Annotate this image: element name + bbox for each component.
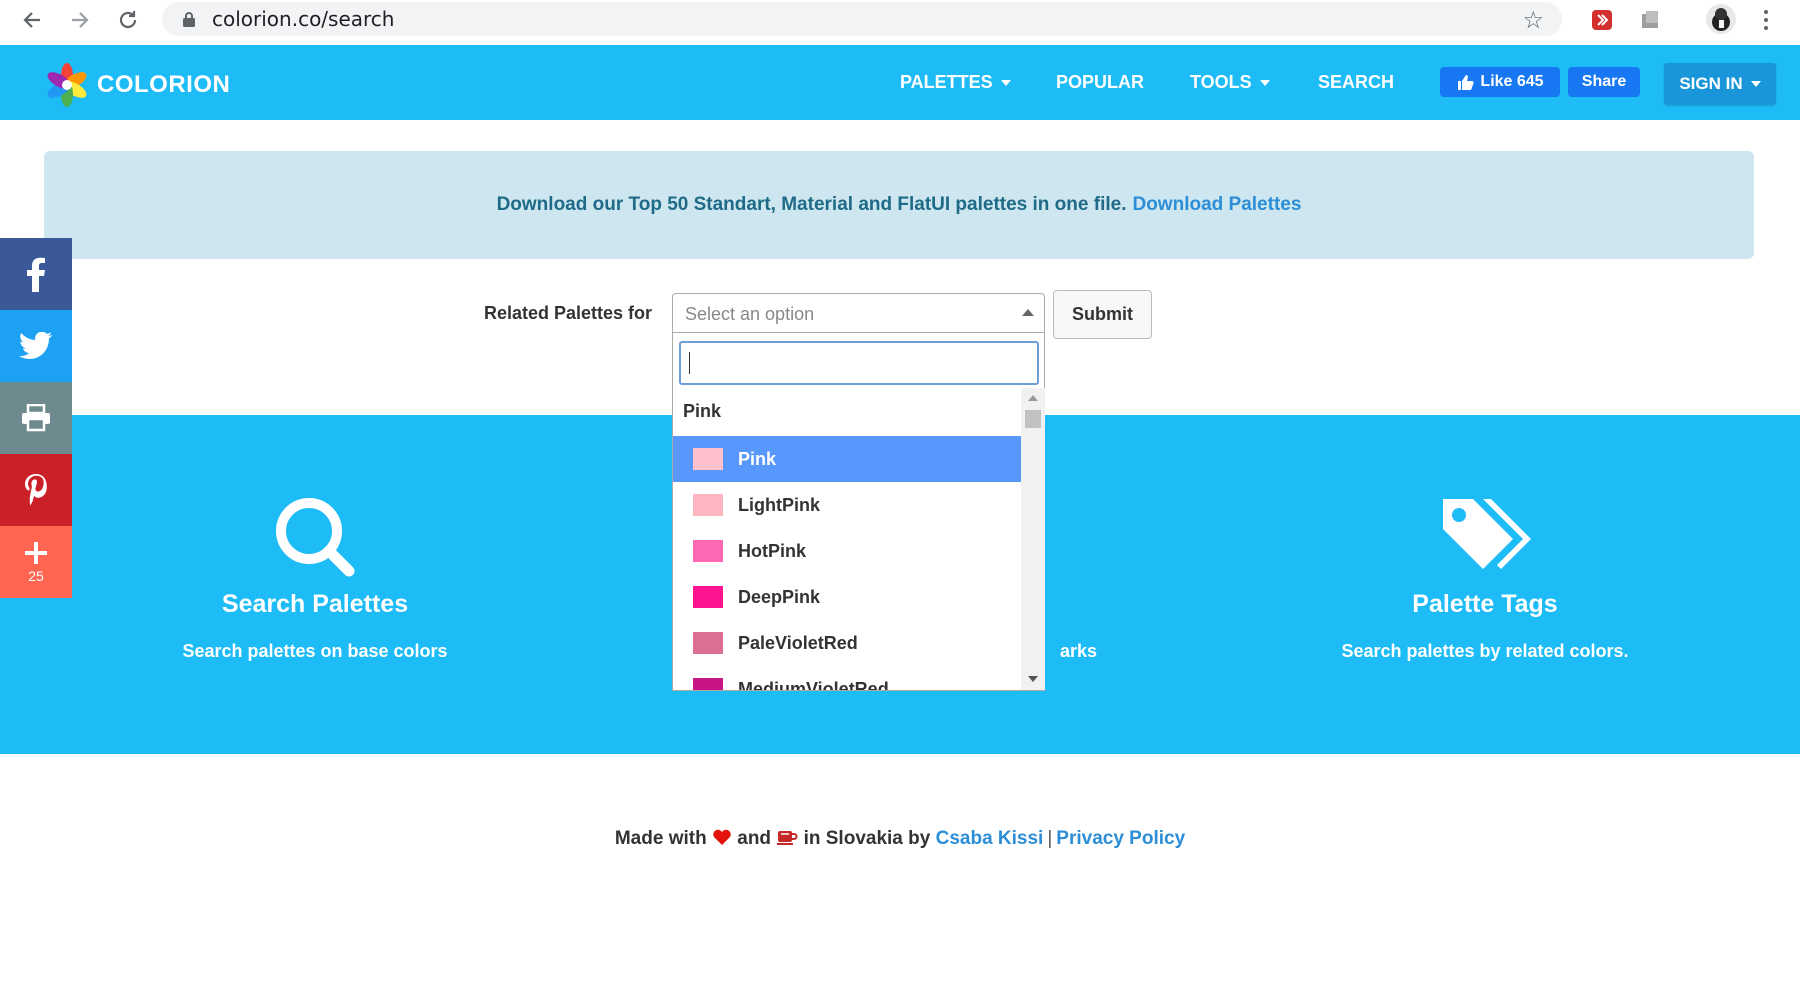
browser-toolbar: colorion.co/search ☆ [0,0,1800,40]
feature-title: Search Palettes [221,590,409,618]
chevron-down-icon [1259,79,1270,86]
footer-separator: | [1047,828,1053,849]
reload-icon[interactable] [112,4,144,36]
color-swatch [693,678,723,690]
select-dropdown-panel: Pink Pink LightPink HotPink DeepPink Pal… [672,333,1045,691]
author-link[interactable]: Csaba Kissi [936,828,1044,849]
option-label: MediumVioletRed [738,678,889,691]
pinterest-icon [25,474,47,506]
option-lightpink[interactable]: LightPink [673,482,1021,528]
download-notice: Download our Top 50 Standart, Material a… [44,151,1754,259]
magnifier-icon [276,498,355,577]
facebook-like-label: Like 645 [1480,73,1544,90]
select-placeholder: Select an option [685,304,815,324]
option-label: LightPink [738,494,820,515]
submit-label: Submit [1072,304,1133,324]
bookmark-star-icon[interactable]: ☆ [1522,6,1544,35]
profile-avatar[interactable] [1706,4,1736,34]
address-bar[interactable]: colorion.co/search ☆ [162,2,1562,36]
site-header: COLORION PALETTES POPULAR TOOLS SEARCH L… [0,45,1800,120]
nav-search[interactable]: SEARCH [1318,45,1394,120]
chevron-up-icon [1022,309,1034,316]
colorion-logo-icon [47,63,87,107]
text-cursor [689,352,690,374]
facebook-icon [27,257,45,292]
nav-palettes-label: PALETTES [900,72,993,92]
logo[interactable]: COLORION [45,63,230,107]
scroll-down-icon[interactable] [1028,676,1038,682]
coffee-icon [777,831,798,845]
sign-in-label: SIGN IN [1679,74,1743,93]
option-pink[interactable]: Pink [673,436,1021,482]
option-label: HotPink [738,540,807,561]
related-palettes-label: Related Palettes for [484,303,653,323]
color-swatch [693,586,723,608]
more-share-sidebar[interactable]: 25 [0,526,72,598]
twitter-share-sidebar[interactable] [0,310,72,382]
facebook-like-button[interactable]: Like 645 [1440,67,1560,97]
plus-icon [25,542,47,564]
nav-tools-label: TOOLS [1190,72,1252,92]
feature-description: Search palettes on base colors [182,641,448,661]
footer-and: and [737,828,772,849]
forward-icon[interactable] [64,4,96,36]
print-sidebar[interactable] [0,382,72,454]
thumbs-up-icon [1458,75,1475,90]
facebook-share-button[interactable]: Share [1568,67,1640,97]
back-icon[interactable] [16,4,48,36]
notice-text: Download our Top 50 Standart, Material a… [496,194,1127,215]
printer-icon [22,404,50,432]
nav-popular-label: POPULAR [1056,72,1145,92]
option-hotpink[interactable]: HotPink [673,528,1021,574]
nav-search-label: SEARCH [1318,72,1395,92]
privacy-policy-link[interactable]: Privacy Policy [1056,828,1185,849]
nav-popular[interactable]: POPULAR [1056,45,1144,120]
brand-name: COLORION [97,71,231,98]
color-swatch [693,494,723,516]
option-label: DeepPink [738,586,821,607]
feature-description: Search palettes by related colors. [1341,641,1629,661]
footer: Made with and in Slovakia by Csaba Kissi… [0,828,1800,850]
dropdown-scrollbar[interactable] [1021,388,1045,690]
facebook-share-sidebar[interactable] [0,238,72,310]
lock-icon [183,12,195,27]
sign-in-button[interactable]: SIGN IN [1664,63,1776,105]
options-list: Pink LightPink HotPink DeepPink PaleViol… [673,436,1021,690]
color-swatch [693,448,723,470]
nav-palettes[interactable]: PALETTES [900,45,1011,120]
option-label: Pink [738,448,777,469]
pinterest-share-sidebar[interactable] [0,454,72,526]
feature-title: Palette Tags [1412,590,1558,618]
footer-in-slovakia: in Slovakia by [803,828,931,849]
download-palettes-link[interactable]: Download Palettes [1132,194,1301,216]
option-palevioletred[interactable]: PaleVioletRed [673,620,1021,666]
browser-menu-icon[interactable] [1760,4,1772,36]
option-mediumvioletred[interactable]: MediumVioletRed [673,666,1021,690]
heart-icon [713,829,731,845]
chevron-down-icon [1750,81,1761,87]
color-swatch [693,632,723,654]
share-count: 25 [28,568,44,584]
extension-icon[interactable] [1636,6,1664,34]
chevron-down-icon [1000,79,1011,86]
dropdown-search-input[interactable] [679,341,1039,385]
option-group-label: Pink [683,401,722,421]
color-swatch [693,540,723,562]
color-select[interactable]: Select an option [672,293,1045,333]
url-text: colorion.co/search [212,7,395,31]
scroll-up-icon[interactable] [1028,395,1038,401]
tags-icon [1443,499,1531,569]
scrollbar-thumb[interactable] [1025,410,1041,428]
twitter-icon [19,332,53,359]
feature-partial-text: arks [1060,641,1098,661]
social-share-bar: 25 [0,238,72,598]
facebook-share-label: Share [1581,73,1627,90]
nav-tools[interactable]: TOOLS [1190,45,1270,120]
extension-icon[interactable] [1588,6,1616,34]
option-label: PaleVioletRed [738,632,858,653]
option-deeppink[interactable]: DeepPink [673,574,1021,620]
submit-button[interactable]: Submit [1053,290,1152,339]
footer-made-with: Made with [614,828,707,849]
